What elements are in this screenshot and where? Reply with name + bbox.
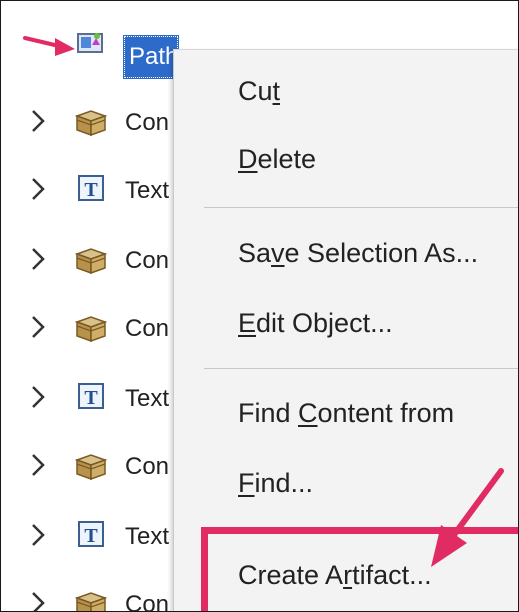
tree-label-path[interactable]: Path	[123, 35, 179, 79]
tags-panel: Path Con T Text Con Con T Text Con T Tex…	[0, 0, 519, 612]
text-t-icon: T	[75, 519, 107, 549]
tree-row-label: Con	[125, 591, 170, 612]
text-t-icon: T	[75, 381, 107, 411]
container-box-icon	[74, 244, 108, 275]
chevron-right-icon[interactable]	[31, 385, 51, 415]
chevron-right-icon[interactable]	[31, 453, 51, 483]
chevron-right-icon[interactable]	[31, 523, 51, 553]
chevron-right-icon[interactable]	[31, 315, 51, 345]
tree-row-label: Con	[125, 247, 170, 274]
menu-item-edit-accel: E	[238, 308, 257, 338]
chevron-right-icon[interactable]	[31, 247, 51, 277]
svg-text:T: T	[84, 387, 98, 409]
chevron-right-icon[interactable]	[31, 591, 51, 611]
svg-text:T: T	[84, 179, 98, 201]
menu-item-cut[interactable]: Cut	[238, 76, 280, 107]
menu-item-edit-post: dit Object...	[256, 308, 393, 338]
path-object-icon	[75, 27, 107, 57]
container-box-icon	[74, 312, 108, 343]
menu-item-save-selection-as[interactable]: Save Selection As...	[238, 238, 478, 269]
container-box-icon	[74, 106, 108, 137]
svg-text:T: T	[84, 525, 98, 547]
menu-item-delete-accel: D	[238, 144, 258, 174]
menu-item-find-content-from[interactable]: Find Content from	[238, 398, 454, 429]
menu-item-delete-post: elete	[257, 144, 317, 174]
tree-row-label: Text	[125, 385, 170, 412]
menu-item-save-pre: Sa	[238, 238, 272, 268]
chevron-right-icon[interactable]	[31, 109, 51, 139]
menu-item-find-post: ind...	[254, 468, 314, 498]
annotation-highlight-box	[201, 527, 518, 611]
menu-separator	[204, 207, 518, 208]
text-t-icon: T	[75, 173, 107, 203]
tree-row-label: Con	[125, 453, 170, 480]
menu-item-cut-pre: Cu	[238, 76, 273, 106]
menu-item-findcontent-pre: Find	[238, 398, 299, 428]
menu-item-save-post: e Selection As...	[284, 238, 479, 268]
tree-row-label: Text	[125, 523, 170, 550]
container-box-icon	[74, 588, 108, 611]
menu-item-edit-object[interactable]: Edit Object...	[238, 308, 393, 339]
menu-item-findcontent-post: ontent from	[317, 398, 455, 428]
menu-item-find-accel: F	[238, 468, 255, 498]
chevron-right-icon[interactable]	[31, 177, 51, 207]
tree-row-label: Con	[125, 315, 170, 342]
menu-item-save-accel: v	[271, 238, 285, 268]
menu-item-findcontent-accel: C	[298, 398, 318, 428]
menu-item-delete[interactable]: Delete	[238, 144, 316, 175]
menu-separator	[204, 368, 518, 369]
menu-item-find[interactable]: Find...	[238, 468, 313, 499]
container-box-icon	[74, 450, 108, 481]
tree-row-label: Text	[125, 177, 170, 204]
tree-row-label: Con	[125, 109, 170, 136]
menu-item-cut-accel: t	[272, 76, 281, 106]
